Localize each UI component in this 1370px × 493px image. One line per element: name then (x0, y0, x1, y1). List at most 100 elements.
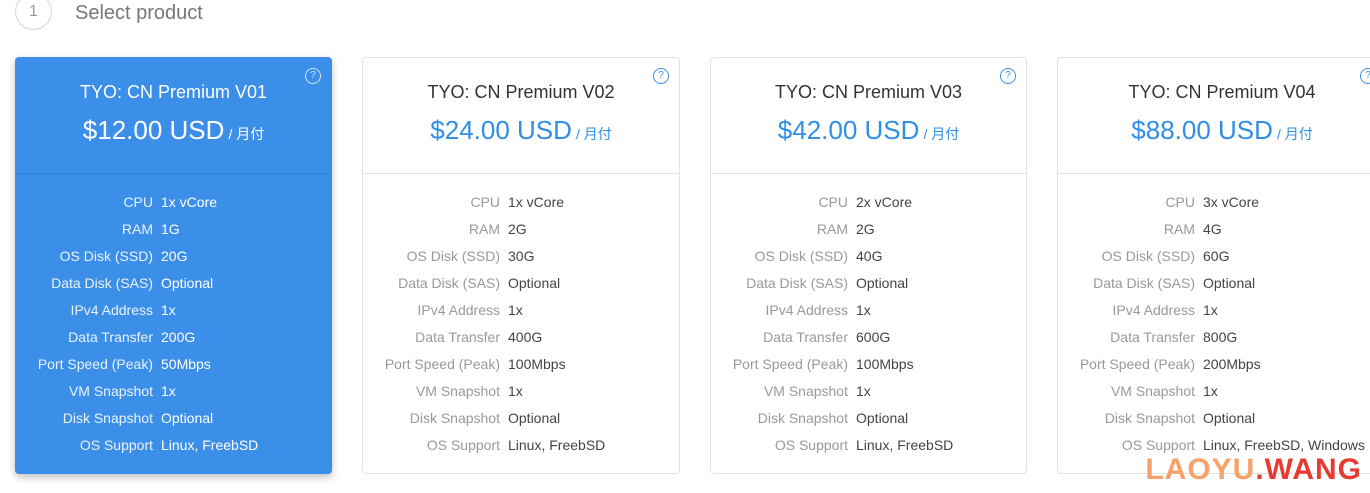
help-icon[interactable]: ? (1000, 68, 1016, 84)
spec-value: 100Mbps (508, 356, 566, 372)
spec-label: OS Support (774, 437, 848, 453)
spec-value: 100Mbps (856, 356, 914, 372)
spec-row: CPU 1x vCore (363, 194, 679, 221)
spec-value: Linux, FreebSD (161, 437, 259, 453)
spec-label: OS Disk (SSD) (406, 248, 500, 264)
spec-list: CPU 2x vCore RAM 2G OS Disk (SSD) 40G Data Dis… (711, 174, 1026, 464)
billing-cycle: / 月付 (923, 126, 960, 142)
spec-label: Disk Snapshot (409, 410, 500, 426)
spec-value: 800G (1203, 329, 1238, 345)
spec-label: VM Snapshot (68, 383, 153, 399)
product-card-v04[interactable]: ? TYO: CN Premium V04 $88.00 USD/ 月付 CPU 3x … (1057, 57, 1370, 474)
spec-value: 1x (508, 302, 523, 318)
card-header: TYO: CN Premium V01 $12.00 USD / 月付 (16, 58, 331, 174)
spec-row: OS Disk (SSD) 30G (363, 248, 679, 275)
plan-name: TYO: CN Premium V03 (774, 82, 963, 102)
spec-row: OS Support Linux, FreebSD (711, 437, 1026, 464)
watermark-logo: LAOYU.WANG (1145, 453, 1362, 487)
price-row: $12.00 USD / 月付 (16, 115, 331, 146)
product-card-v02[interactable]: ? TYO: CN Premium V02 $24.00 USD / 月付 CPU 1x … (362, 57, 680, 474)
spec-row: Data Transfer 600G (711, 329, 1026, 356)
spec-value: Optional (856, 410, 909, 426)
spec-value: 1x (1203, 383, 1218, 399)
spec-row: VM Snapshot 1x (711, 383, 1026, 410)
price-row: $88.00 USD / 月付 (1058, 115, 1370, 146)
spec-value: Optional (508, 410, 561, 426)
spec-row: Data Transfer 200G (16, 329, 331, 356)
billing-cycle: / 月付 (228, 126, 265, 142)
spec-label: Port Speed (Peak) (732, 356, 848, 372)
spec-value: Optional (161, 410, 214, 426)
spec-row: IPv4 Address 1x (16, 302, 331, 329)
spec-row: Data Disk (SAS) Optional (16, 275, 331, 302)
spec-row: VM Snapshot 1x (363, 383, 679, 410)
spec-value: Optional (161, 275, 214, 291)
spec-label: RAM (121, 221, 153, 237)
spec-label: Data Disk (SAS) (746, 275, 848, 291)
spec-row: IPv4 Address 1x (711, 302, 1026, 329)
spec-label: Port Speed (Peak) (384, 356, 500, 372)
spec-list: CPU 1x vCore RAM 1G OS Disk (SSD) 20G Data Dis… (16, 174, 331, 464)
spec-label: OS Disk (SSD) (1101, 248, 1195, 264)
spec-value: 1x (508, 383, 523, 399)
spec-row: Disk Snapshot Optional (16, 410, 331, 437)
spec-label: Port Speed (Peak) (1079, 356, 1195, 372)
spec-value: 40G (856, 248, 883, 264)
spec-row: CPU 2x vCore (711, 194, 1026, 221)
card-header: TYO: CN Premium V04 $88.00 USD / 月付 (1058, 58, 1370, 174)
spec-row: Port Speed (Peak) 200Mbps (1058, 356, 1370, 383)
spec-row: Data Transfer 800G (1058, 329, 1370, 356)
watermark-part2: WANG (1264, 453, 1362, 486)
spec-row: CPU 3x vCore (1058, 194, 1370, 221)
spec-label: Data Transfer (68, 329, 153, 345)
spec-label: Disk Snapshot (1104, 410, 1195, 426)
product-card-v01[interactable]: ? TYO: CN Premium V01 $12.00 USD / 月付 CPU 1x … (15, 57, 332, 474)
spec-label: IPv4 Address (70, 302, 154, 318)
step-title: Select product (75, 2, 203, 24)
spec-label: Data Disk (SAS) (51, 275, 153, 291)
spec-label: CPU (818, 194, 848, 210)
help-icon[interactable]: ? (653, 68, 669, 84)
step-number-badge: 1 (15, 0, 52, 30)
spec-value: 1x vCore (508, 194, 565, 210)
spec-value: 2G (508, 221, 527, 237)
spec-label: IPv4 Address (765, 302, 849, 318)
spec-value: 30G (508, 248, 535, 264)
spec-label: RAM (1163, 221, 1195, 237)
product-card-v03[interactable]: ? TYO: CN Premium V03 $42.00 USD / 月付 CPU 2x … (710, 57, 1027, 474)
spec-label: RAM (468, 221, 500, 237)
spec-value: Linux, FreebSD (508, 437, 606, 453)
spec-row: OS Support Linux, FreebSD (363, 437, 679, 464)
spec-value: Optional (1203, 275, 1256, 291)
spec-row: OS Disk (SSD) 20G (16, 248, 331, 275)
plan-name: TYO: CN Premium V04 (1128, 82, 1316, 102)
spec-value: Optional (1203, 410, 1256, 426)
card-header: TYO: CN Premium V03 $42.00 USD / 月付 (711, 58, 1026, 174)
spec-row: Port Speed (Peak) 100Mbps (711, 356, 1026, 383)
billing-cycle: / 月付 (575, 126, 612, 142)
spec-row: Data Transfer 400G (363, 329, 679, 356)
spec-value: 1x (856, 383, 871, 399)
spec-value: 1x (856, 302, 871, 318)
spec-label: OS Disk (SSD) (754, 248, 848, 264)
help-icon[interactable]: ? (1360, 68, 1370, 84)
help-icon[interactable]: ? (305, 68, 321, 84)
spec-row: Disk Snapshot Optional (711, 410, 1026, 437)
spec-row: Data Disk (SAS) Optional (363, 275, 679, 302)
spec-value: 2G (856, 221, 875, 237)
plan-price: $12.00 USD (82, 115, 225, 145)
spec-row: RAM 4G (1058, 221, 1370, 248)
spec-row: VM Snapshot 1x (1058, 383, 1370, 410)
spec-list: CPU 3x vCore RAM 4G OS Disk (SSD) 60G Data Dis… (1058, 174, 1370, 464)
spec-row: IPv4 Address 1x (363, 302, 679, 329)
spec-value: 4G (1203, 221, 1222, 237)
spec-value: 60G (1203, 248, 1230, 264)
plan-name: TYO: CN Premium V01 (79, 82, 268, 102)
spec-row: RAM 2G (711, 221, 1026, 248)
price-row: $24.00 USD / 月付 (363, 115, 679, 146)
spec-label: Data Disk (SAS) (398, 275, 500, 291)
plan-price: $24.00 USD (430, 115, 572, 145)
spec-row: RAM 1G (16, 221, 331, 248)
spec-value: 600G (856, 329, 891, 345)
spec-row: Port Speed (Peak) 100Mbps (363, 356, 679, 383)
